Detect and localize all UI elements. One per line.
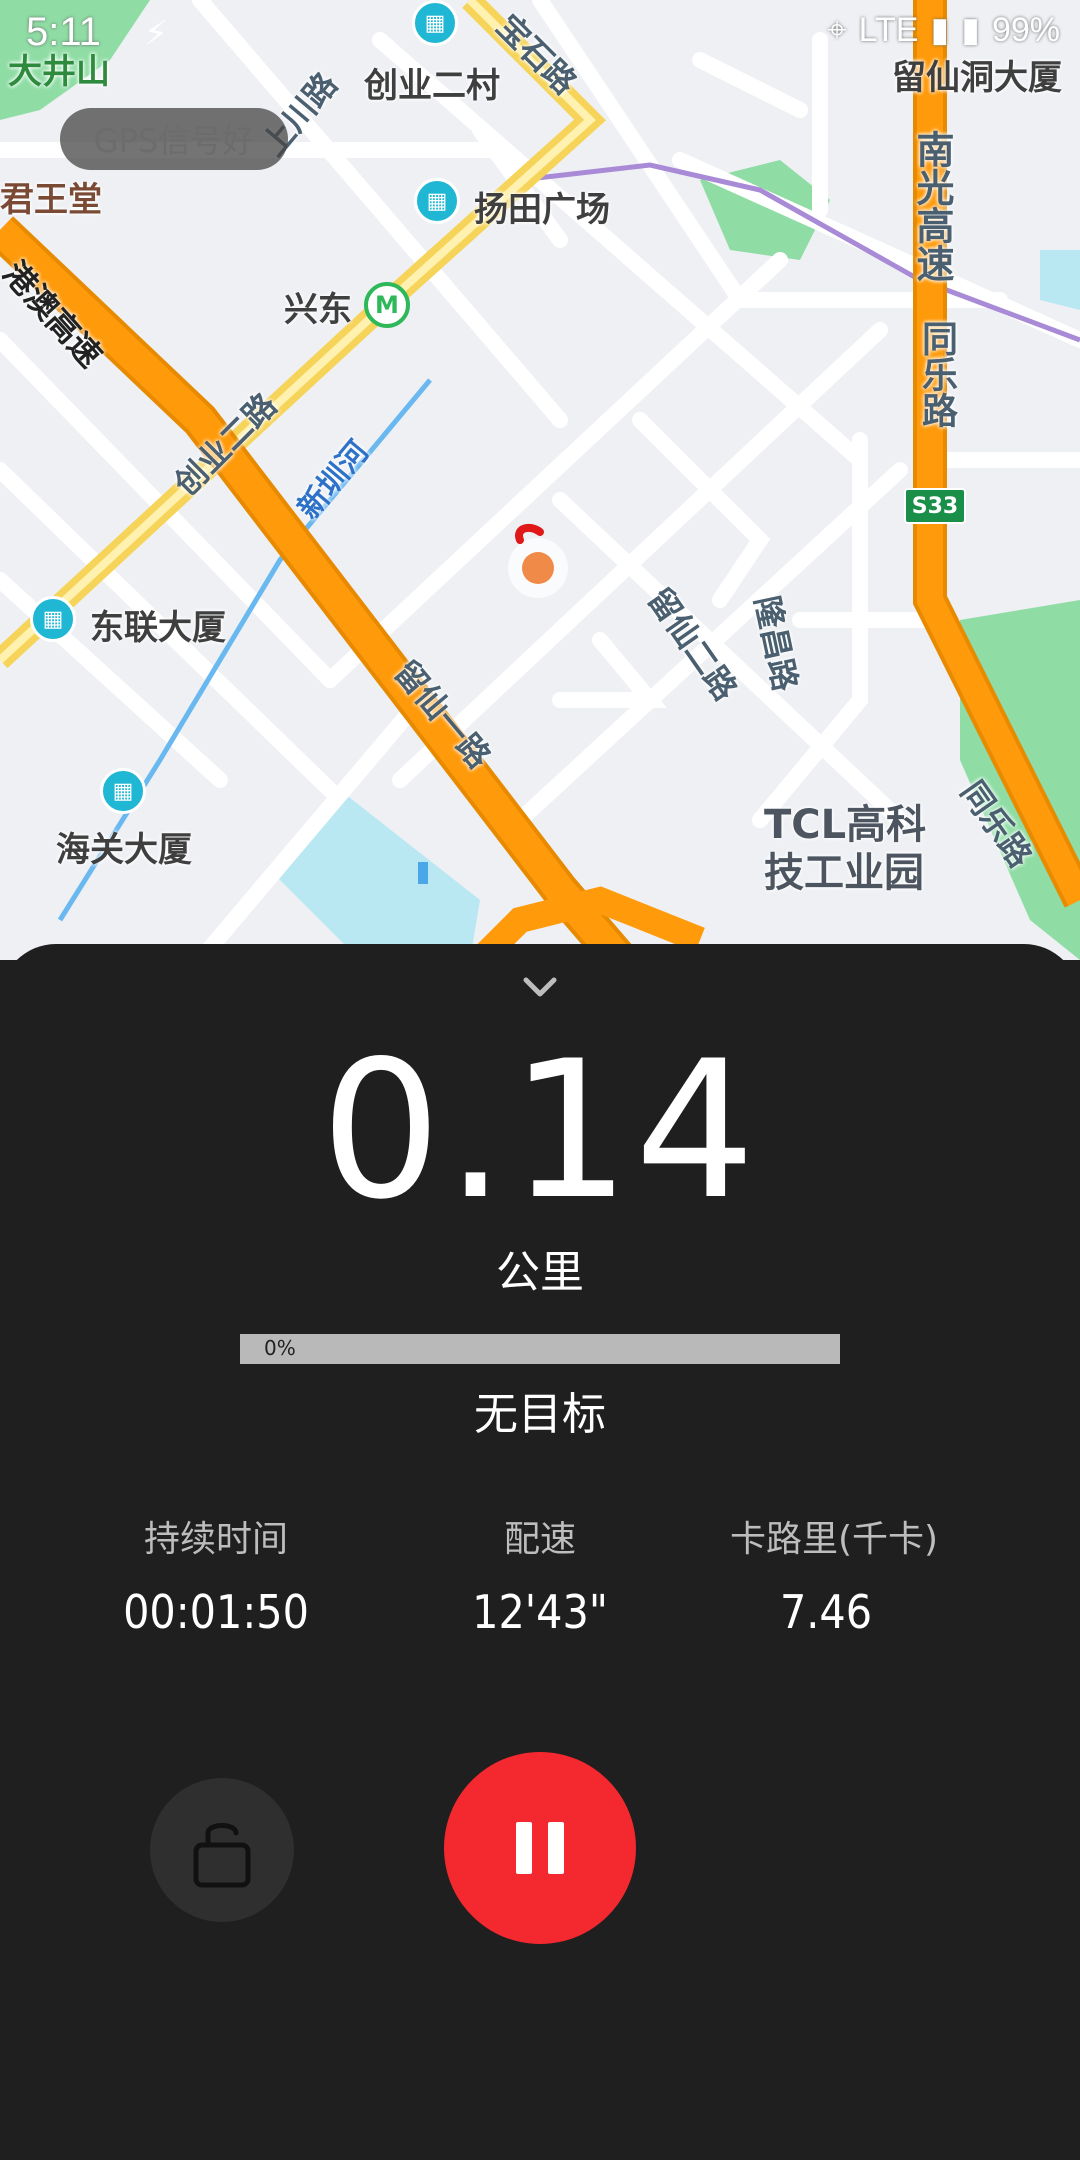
status-indicators: ⌖ LTE ▮ ▮ 99% xyxy=(828,10,1061,50)
signal-icon: ▮ xyxy=(930,11,950,49)
road-label: 南光高速 xyxy=(910,130,954,282)
calories-value: 7.46 xyxy=(779,1585,873,1639)
running-icon: ⚡ xyxy=(144,14,168,54)
place-label: 扬田广场 xyxy=(474,190,610,230)
building-icon[interactable]: ▦ xyxy=(100,768,146,814)
status-time: 5:11 xyxy=(26,10,101,54)
chevron-down-icon[interactable] xyxy=(516,964,564,1012)
highway-badge: S33 xyxy=(904,488,966,524)
road-label: 同乐路 xyxy=(916,320,957,428)
network-label: LTE xyxy=(858,10,919,49)
metro-station-icon[interactable]: M xyxy=(364,282,410,328)
duration-value: 00:01:50 xyxy=(123,1585,309,1639)
goal-progress-bar: 0% xyxy=(240,1334,840,1364)
pause-button[interactable] xyxy=(444,1752,636,1944)
gps-status-pill: GPS信号好 xyxy=(60,108,288,170)
place-label: 海关大厦 xyxy=(56,830,192,870)
calories-label: 卡路里(千卡) xyxy=(729,1519,939,1560)
building-icon[interactable]: ▦ xyxy=(414,178,460,224)
goal-label: 无目标 xyxy=(474,1389,606,1440)
distance-value: 0.14 xyxy=(320,1020,760,1241)
lock-button[interactable] xyxy=(150,1778,294,1922)
lock-icon xyxy=(193,1823,251,1888)
pause-icon xyxy=(516,1822,564,1874)
duration-label: 持续时间 xyxy=(143,1519,288,1560)
map-view[interactable]: 大井山 ▦ 创业二村 ▦ 扬田广场 兴东 M ▦ 东联大厦 ▦ 海关大厦 留仙洞… xyxy=(0,0,1080,960)
status-bar: 5:11 ⚡ ⌖ LTE ▮ ▮ 99% xyxy=(0,0,1080,70)
place-label: 东联大厦 xyxy=(90,608,226,648)
place-label: 兴东 xyxy=(284,290,352,330)
progress-label: 0% xyxy=(264,1336,296,1360)
place-label: 君王堂 xyxy=(0,180,102,220)
location-icon: ⌖ xyxy=(827,10,847,49)
battery-icon: ▮ xyxy=(961,11,980,49)
distance-unit: 公里 xyxy=(496,1247,584,1298)
building-icon[interactable]: ▦ xyxy=(30,596,76,642)
place-label: 技工业园 xyxy=(764,850,924,896)
battery-level: 99% xyxy=(991,10,1060,49)
